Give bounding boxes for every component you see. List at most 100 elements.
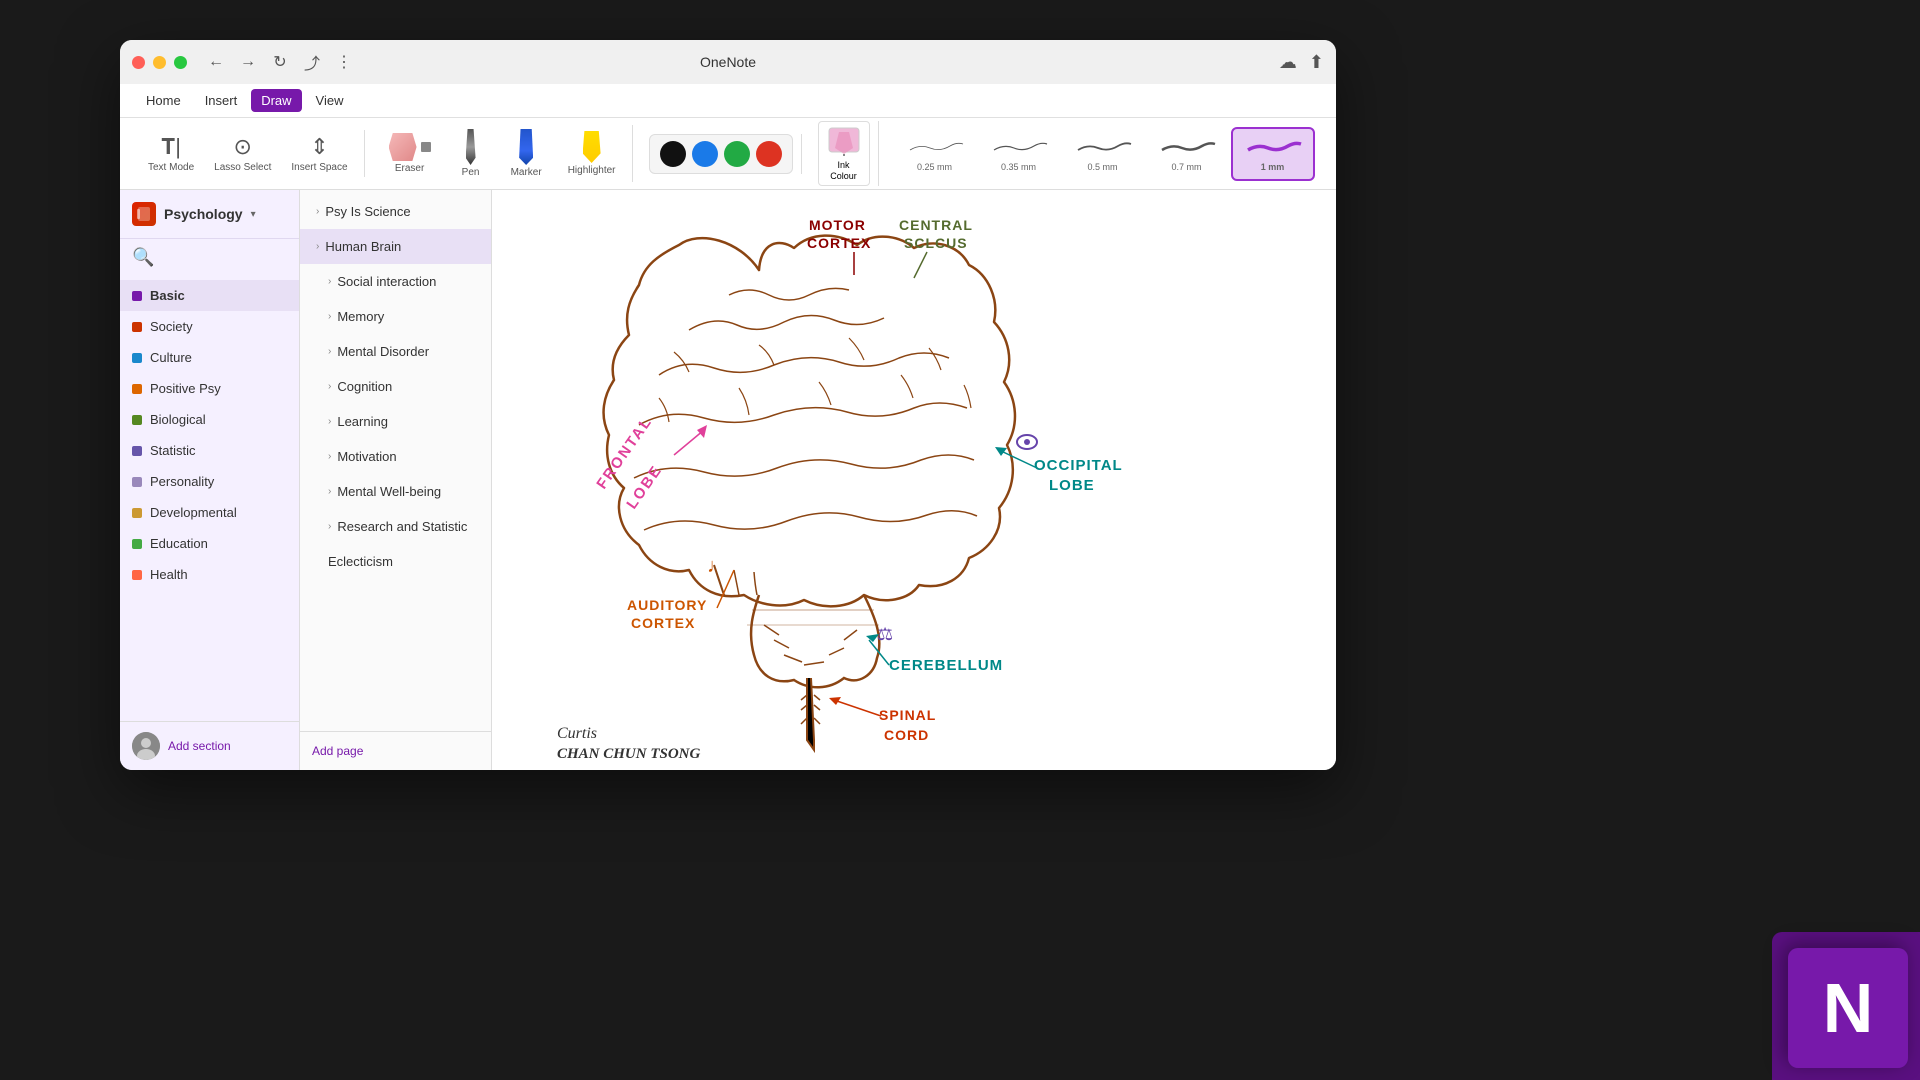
sidebar-item-culture[interactable]: Culture [120, 342, 299, 373]
sidebar-item-developmental[interactable]: Developmental [120, 497, 299, 528]
sidebar: Psychology ▾ 🔍 Basic Society Culture [120, 190, 300, 770]
sidebar-item-biological[interactable]: Biological [120, 404, 299, 435]
lasso-label: Lasso Select [214, 162, 271, 173]
share-icon[interactable]: ⬆ [1309, 52, 1324, 73]
insert-space-label: Insert Space [291, 162, 347, 173]
eraser-button[interactable]: Eraser [381, 129, 439, 178]
line-width-05[interactable]: 0.5 mm [1063, 127, 1143, 181]
basic-dot [132, 291, 142, 301]
svg-text:CORD: CORD [884, 727, 929, 743]
line-07-preview [1157, 136, 1217, 156]
app-window: ← → ↻ ⤴ ⋮ OneNote ☁ ⬆ Home Insert Draw V… [120, 40, 1336, 770]
text-mode-label: Text Mode [148, 162, 194, 173]
cloud-icon[interactable]: ☁ [1279, 52, 1297, 73]
page-memory[interactable]: › Memory [300, 299, 491, 334]
culture-label: Culture [150, 350, 192, 365]
sidebar-item-education[interactable]: Education [120, 528, 299, 559]
insert-space-button[interactable]: ⇕ Insert Space [283, 130, 355, 177]
svg-text:CEREBELLUM: CEREBELLUM [889, 657, 1003, 674]
color-group [641, 134, 802, 174]
chevron-memory: › [328, 311, 331, 322]
line-width-1[interactable]: 1 mm [1231, 127, 1315, 181]
page-motivation[interactable]: › Motivation [300, 439, 491, 474]
refresh-button[interactable]: ↻ [267, 49, 293, 75]
add-section-button[interactable]: Add section [168, 739, 231, 753]
page-social-interaction[interactable]: › Social interaction [300, 264, 491, 299]
sidebar-item-health[interactable]: Health [120, 559, 299, 590]
marker-icon [519, 129, 533, 165]
line-width-07[interactable]: 0.7 mm [1147, 127, 1227, 181]
line-width-035[interactable]: 0.35 mm [979, 127, 1059, 181]
positive-psy-label: Positive Psy [150, 381, 221, 396]
page-mental-disorder[interactable]: › Mental Disorder [300, 334, 491, 369]
svg-text:SCLCUS: SCLCUS [904, 235, 968, 251]
page-list: › Psy Is Science › Human Brain › Social … [300, 190, 491, 731]
text-tools-group: 𝐓| Text Mode ⊙ Lasso Select ⇕ Insert Spa… [132, 130, 365, 177]
page-learning[interactable]: › Learning [300, 404, 491, 439]
line-1-label: 1 mm [1261, 162, 1285, 172]
page-eclecticism-label: Eclecticism [328, 554, 393, 569]
svg-text:SPINAL: SPINAL [879, 707, 936, 723]
menu-home[interactable]: Home [136, 89, 191, 112]
text-mode-button[interactable]: 𝐓| Text Mode [140, 130, 202, 177]
highlighter-button[interactable]: Highlighter [560, 127, 624, 180]
statistic-dot [132, 446, 142, 456]
page-eclecticism[interactable]: Eclecticism [300, 544, 491, 579]
page-mental-wellbeing[interactable]: › Mental Well-being [300, 474, 491, 509]
chevron-social: › [328, 276, 331, 287]
nav-forward-button[interactable]: ⤴ [299, 49, 325, 75]
lasso-select-button[interactable]: ⊙ Lasso Select [206, 130, 279, 177]
eraser-label: Eraser [395, 163, 424, 174]
svg-text:MOTOR: MOTOR [809, 217, 866, 233]
pages-footer: Add page [300, 731, 491, 770]
color-red[interactable] [756, 141, 782, 167]
personality-dot [132, 477, 142, 487]
canvas-area[interactable]: FRONTAL LOBE MOTOR CORTEX CENTRAL SCLCUS… [492, 190, 1336, 770]
pen-button[interactable]: Pen [449, 125, 493, 182]
page-research-statistic[interactable]: › Research and Statistic [300, 509, 491, 544]
svg-text:CORTEX: CORTEX [807, 235, 871, 251]
forward-button[interactable]: → [235, 49, 261, 75]
color-green[interactable] [724, 141, 750, 167]
add-page-button[interactable]: Add page [312, 744, 363, 758]
minimize-button[interactable] [153, 56, 166, 69]
ink-colour-button[interactable]: InkColour [818, 121, 870, 187]
ink-colour-group: InkColour [810, 121, 879, 187]
maximize-button[interactable] [174, 56, 187, 69]
chevron-brain: › [316, 241, 319, 252]
sidebar-item-basic[interactable]: Basic [120, 280, 299, 311]
ink-colour-label: InkColour [830, 160, 857, 182]
brain-diagram: FRONTAL LOBE MOTOR CORTEX CENTRAL SCLCUS… [492, 190, 1336, 770]
line-1-preview [1243, 136, 1303, 156]
credits-full-text: CHAN CHUN TSONG [557, 746, 701, 762]
svg-text:LOBE: LOBE [1049, 477, 1095, 494]
sidebar-item-statistic[interactable]: Statistic [120, 435, 299, 466]
line-width-025[interactable]: 0.25 mm [895, 127, 975, 181]
menu-insert[interactable]: Insert [195, 89, 248, 112]
page-cognition[interactable]: › Cognition [300, 369, 491, 404]
page-psy-is-science[interactable]: › Psy Is Science [300, 194, 491, 229]
nav-more-button[interactable]: ⋮ [331, 49, 357, 75]
page-human-brain[interactable]: › Human Brain [300, 229, 491, 264]
sidebar-item-personality[interactable]: Personality [120, 466, 299, 497]
page-cognition-label: Cognition [337, 379, 392, 394]
line-025-label: 0.25 mm [917, 162, 952, 172]
svg-text:⚖: ⚖ [877, 624, 893, 644]
back-button[interactable]: ← [203, 49, 229, 75]
user-avatar[interactable] [132, 732, 160, 760]
color-blue[interactable] [692, 141, 718, 167]
sidebar-item-society[interactable]: Society [120, 311, 299, 342]
sidebar-item-positive-psy[interactable]: Positive Psy [120, 373, 299, 404]
toolbar: 𝐓| Text Mode ⊙ Lasso Select ⇕ Insert Spa… [120, 118, 1336, 190]
color-black[interactable] [660, 141, 686, 167]
menu-draw[interactable]: Draw [251, 89, 301, 112]
page-learning-label: Learning [337, 414, 388, 429]
lasso-icon: ⊙ [234, 134, 252, 160]
marker-button[interactable]: Marker [503, 125, 550, 182]
close-button[interactable] [132, 56, 145, 69]
notebook-chevron: ▾ [251, 209, 256, 220]
notebook-title[interactable]: Psychology [164, 206, 243, 222]
menu-view[interactable]: View [306, 89, 354, 112]
traffic-lights [132, 56, 187, 69]
search-icon[interactable]: 🔍 [132, 247, 154, 267]
